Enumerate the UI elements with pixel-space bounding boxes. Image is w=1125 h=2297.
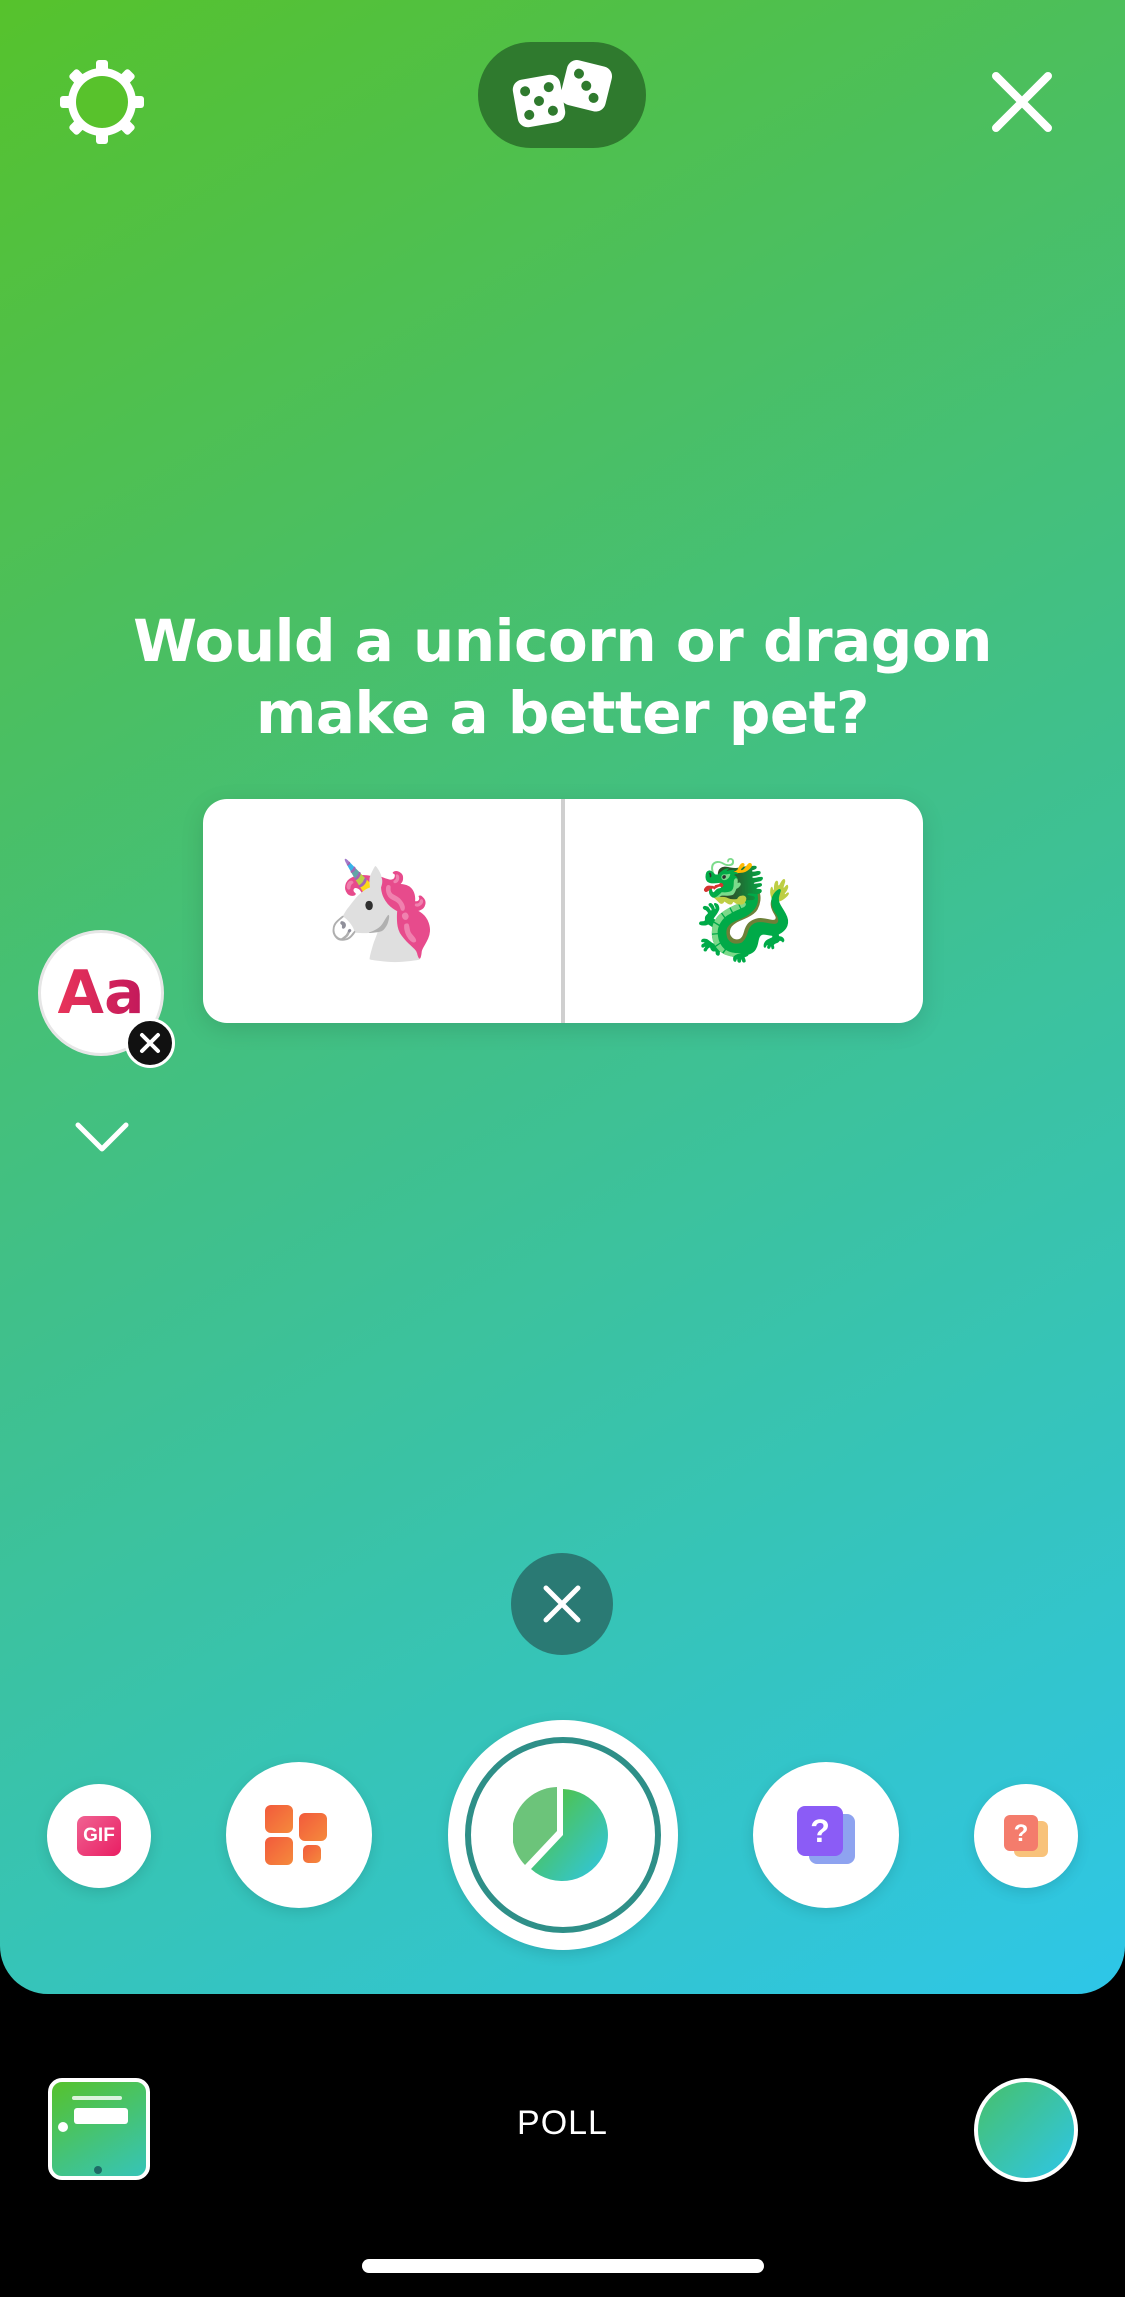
quiz-sticker-alt-button[interactable]: ? [974,1784,1078,1888]
poll-button-ring [465,1737,661,1933]
story-canvas[interactable]: Would a unicorn or dragon make a better … [0,0,1125,1994]
poll-sticker-button[interactable] [448,1720,678,1950]
poll-option-dragon[interactable]: 🐉 [565,799,923,1023]
thumbnail-dismiss [94,2166,102,2174]
expand-tools-button[interactable] [72,1117,132,1157]
randomize-button[interactable] [478,42,646,148]
question-card-icon: ? [1004,1815,1048,1857]
poll-question[interactable]: Would a unicorn or dragon make a better … [100,605,1025,749]
gif-icon: GIF [77,1816,121,1856]
chevron-down-icon [75,1122,129,1152]
close-icon [543,1585,581,1623]
question-card-icon: ? [797,1806,855,1864]
dice-icon [512,60,613,128]
poll-option-unicorn[interactable]: 🦄 [203,799,561,1023]
layout-grid-icon [265,1805,327,1865]
svg-text:?: ? [810,1813,830,1849]
font-label: Aa [57,958,145,1028]
gear-icon [60,60,144,144]
mode-label[interactable]: POLL [0,2104,1125,2143]
close-icon [992,72,1052,132]
quiz-sticker-button[interactable]: ? [753,1762,899,1908]
layout-sticker-button[interactable] [226,1762,372,1908]
svg-text:?: ? [1014,1820,1029,1847]
thumbnail-question [72,2096,122,2100]
close-icon [140,1033,160,1053]
dismiss-sticker-button[interactable] [511,1553,613,1655]
remove-text-style-button[interactable] [125,1018,175,1068]
gif-sticker-button[interactable]: GIF [47,1784,151,1888]
close-button[interactable] [980,60,1064,144]
settings-button[interactable] [56,56,148,148]
pie-chart-icon [513,1787,608,1881]
bottom-bar [0,1994,1125,2297]
background-color-button[interactable] [974,2078,1078,2182]
home-indicator [362,2259,764,2273]
poll-sticker[interactable]: 🦄 🐉 [203,799,923,1023]
